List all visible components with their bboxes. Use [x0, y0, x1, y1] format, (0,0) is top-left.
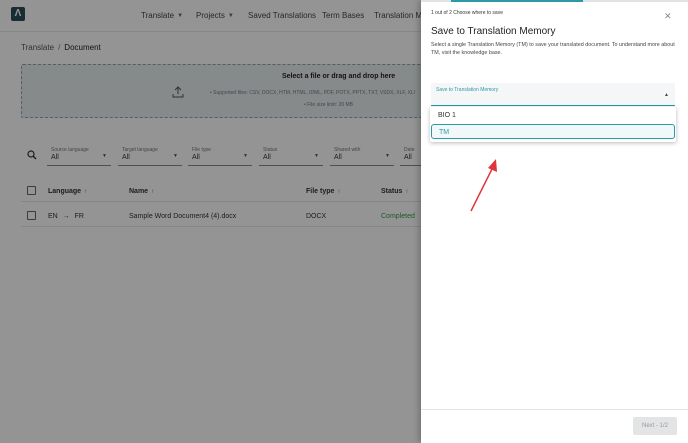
option-label: BIO 1	[438, 112, 456, 119]
save-to-tm-panel: 1 out of 2 Choose where to save ✕ Save t…	[421, 0, 688, 443]
tm-dropdown-menu: BIO 1 TM	[430, 107, 676, 142]
annotation-arrow	[470, 159, 497, 212]
close-icon[interactable]: ✕	[664, 11, 672, 21]
caret-up-icon: ▲	[664, 92, 669, 98]
tm-select[interactable]: Save to Translation Memory ▲	[431, 83, 675, 106]
tm-option-tm[interactable]: TM	[431, 124, 675, 139]
option-label: TM	[439, 129, 450, 136]
step-progress-fill	[451, 0, 583, 2]
step-progress-bar	[421, 0, 688, 2]
panel-description: Select a single Translation Memory (TM) …	[431, 42, 675, 56]
tm-select-label: Save to Translation Memory	[436, 87, 499, 93]
step-indicator: 1 out of 2 Choose where to save	[431, 10, 503, 16]
panel-title: Save to Translation Memory	[431, 26, 556, 37]
next-button[interactable]: Next - 1/2	[633, 417, 677, 435]
tm-option-bio-1[interactable]: BIO 1	[431, 108, 675, 123]
modal-backdrop[interactable]	[0, 0, 421, 443]
panel-footer-divider	[421, 409, 688, 410]
